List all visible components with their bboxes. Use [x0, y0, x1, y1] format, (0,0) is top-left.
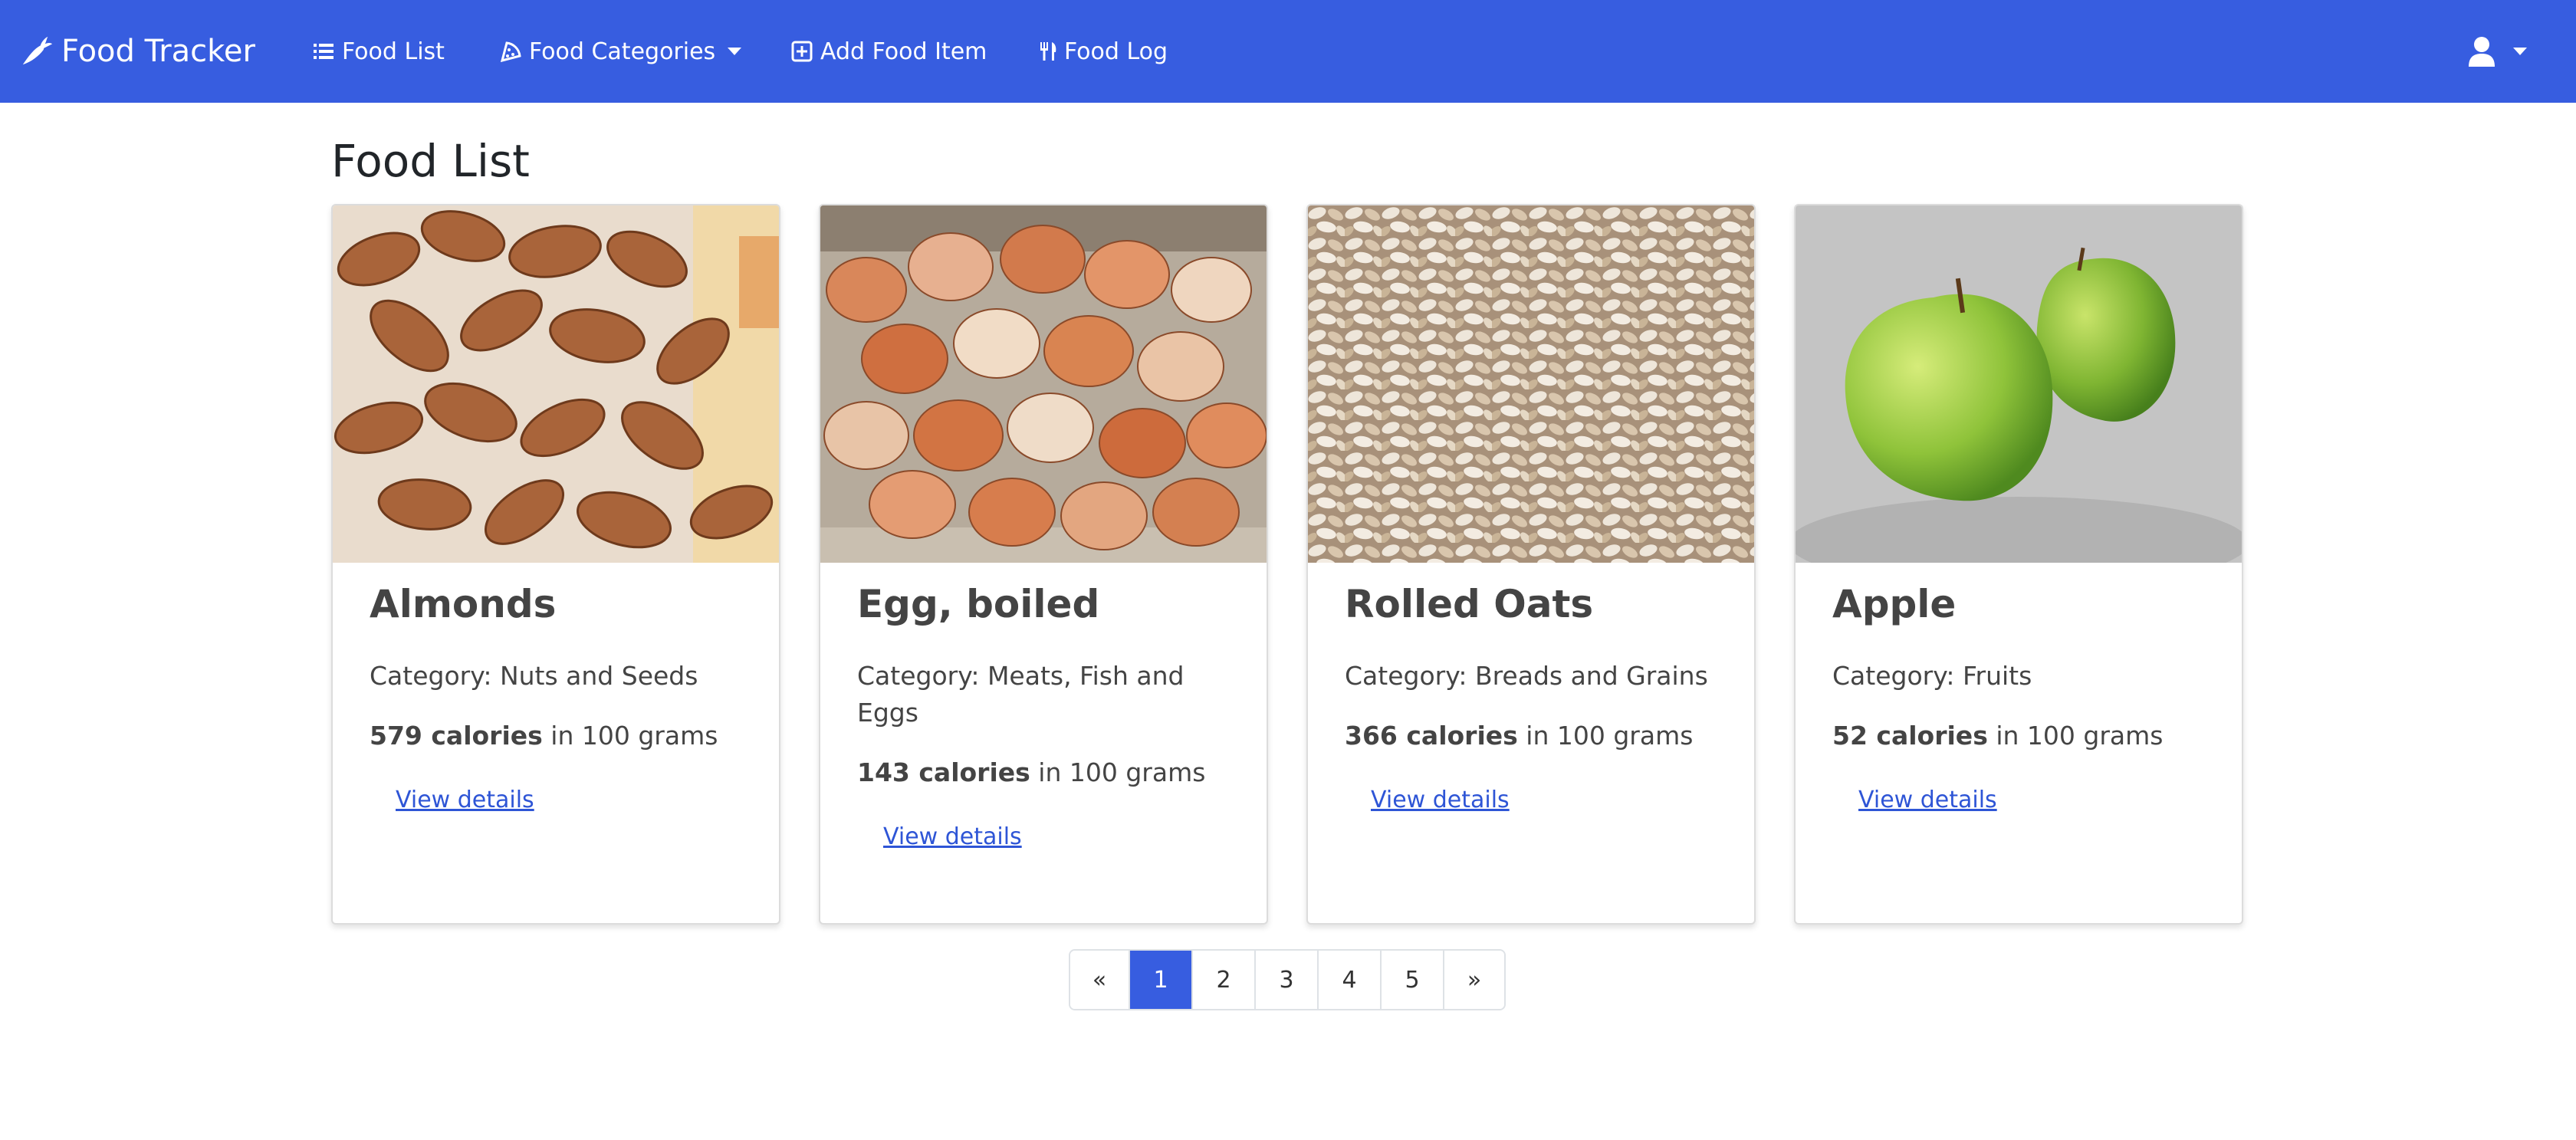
eggs-photo — [820, 205, 1267, 563]
food-card: Apple Category: Fruits 52 calories in 10… — [1794, 204, 2243, 925]
pagination-page-2[interactable]: 2 — [1193, 951, 1256, 1009]
user-menu[interactable] — [2467, 0, 2527, 103]
food-card-list: Almonds Category: Nuts and Seeds 579 cal… — [331, 204, 2245, 926]
nav-food-log-label: Food Log — [1064, 38, 1168, 65]
apple-photo — [1796, 205, 2242, 563]
card-body: Almonds Category: Nuts and Seeds 579 cal… — [370, 581, 745, 813]
nav-food-list[interactable]: Food List — [313, 0, 445, 103]
food-name: Rolled Oats — [1345, 582, 1594, 626]
nav-food-categories[interactable]: Food Categories — [500, 0, 742, 103]
food-category: Category: Meats, Fish and Eggs — [857, 661, 1184, 728]
calories-unit: in 100 grams — [542, 721, 718, 751]
food-category: Category: Nuts and Seeds — [370, 661, 698, 691]
view-details-link[interactable]: View details — [1858, 787, 1997, 813]
food-calories: 52 calories in 100 grams — [1832, 718, 2208, 754]
almonds-photo — [333, 205, 779, 563]
calories-value: 143 calories — [857, 757, 1030, 787]
view-details-link[interactable]: View details — [396, 787, 534, 813]
calories-unit: in 100 grams — [1517, 721, 1694, 751]
pagination-next[interactable]: » — [1444, 951, 1504, 1009]
food-calories: 366 calories in 100 grams — [1345, 718, 1720, 754]
carrot-icon — [22, 36, 53, 65]
oats-photo — [1308, 205, 1754, 563]
pagination-prev[interactable]: « — [1070, 951, 1130, 1009]
food-card: Rolled Oats Category: Breads and Grains … — [1306, 204, 1756, 925]
plus-square-icon — [791, 41, 813, 62]
nav-food-categories-label: Food Categories — [529, 38, 716, 65]
card-body: Apple Category: Fruits 52 calories in 10… — [1832, 581, 2208, 813]
pagination: « 1 2 3 4 5 » — [1069, 949, 1506, 1010]
card-body: Egg, boiled Category: Meats, Fish and Eg… — [857, 581, 1233, 850]
food-name: Almonds — [370, 582, 557, 626]
chevron-down-icon — [728, 48, 742, 55]
navbar: Food Tracker Food List Food Categories A… — [0, 0, 2576, 103]
nav-add-food-item-label: Add Food Item — [820, 38, 987, 65]
calories-value: 52 calories — [1832, 721, 1988, 751]
pagination-page-4[interactable]: 4 — [1319, 951, 1382, 1009]
calories-unit: in 100 grams — [1987, 721, 2164, 751]
food-category: Category: Fruits — [1832, 661, 2032, 691]
page-title: Food List — [331, 135, 530, 187]
list-icon — [314, 44, 334, 59]
calories-value: 579 calories — [370, 721, 543, 751]
utensils-icon — [1040, 42, 1056, 61]
food-calories: 143 calories in 100 grams — [857, 754, 1233, 791]
brand-link[interactable]: Food Tracker — [18, 0, 255, 103]
food-card: Almonds Category: Nuts and Seeds 579 cal… — [331, 204, 780, 925]
brand-text: Food Tracker — [61, 34, 255, 69]
pagination-page-5[interactable]: 5 — [1382, 951, 1444, 1009]
food-calories: 579 calories in 100 grams — [370, 718, 745, 754]
chevron-down-icon — [2513, 48, 2527, 55]
food-card: Egg, boiled Category: Meats, Fish and Eg… — [819, 204, 1268, 925]
calories-unit: in 100 grams — [1030, 757, 1206, 787]
user-icon — [2469, 37, 2495, 67]
nav-food-list-label: Food List — [342, 38, 445, 65]
pagination-page-3[interactable]: 3 — [1256, 951, 1319, 1009]
food-category: Category: Breads and Grains — [1345, 661, 1708, 691]
nav-food-log[interactable]: Food Log — [1038, 0, 1168, 103]
pagination-page-1[interactable]: 1 — [1130, 951, 1193, 1009]
pizza-slice-icon — [500, 41, 521, 62]
calories-value: 366 calories — [1345, 721, 1518, 751]
view-details-link[interactable]: View details — [1371, 787, 1510, 813]
card-body: Rolled Oats Category: Breads and Grains … — [1345, 581, 1720, 813]
food-name: Egg, boiled — [857, 582, 1100, 626]
food-name: Apple — [1832, 582, 1957, 626]
view-details-link[interactable]: View details — [883, 823, 1022, 850]
nav-add-food-item[interactable]: Add Food Item — [791, 0, 987, 103]
